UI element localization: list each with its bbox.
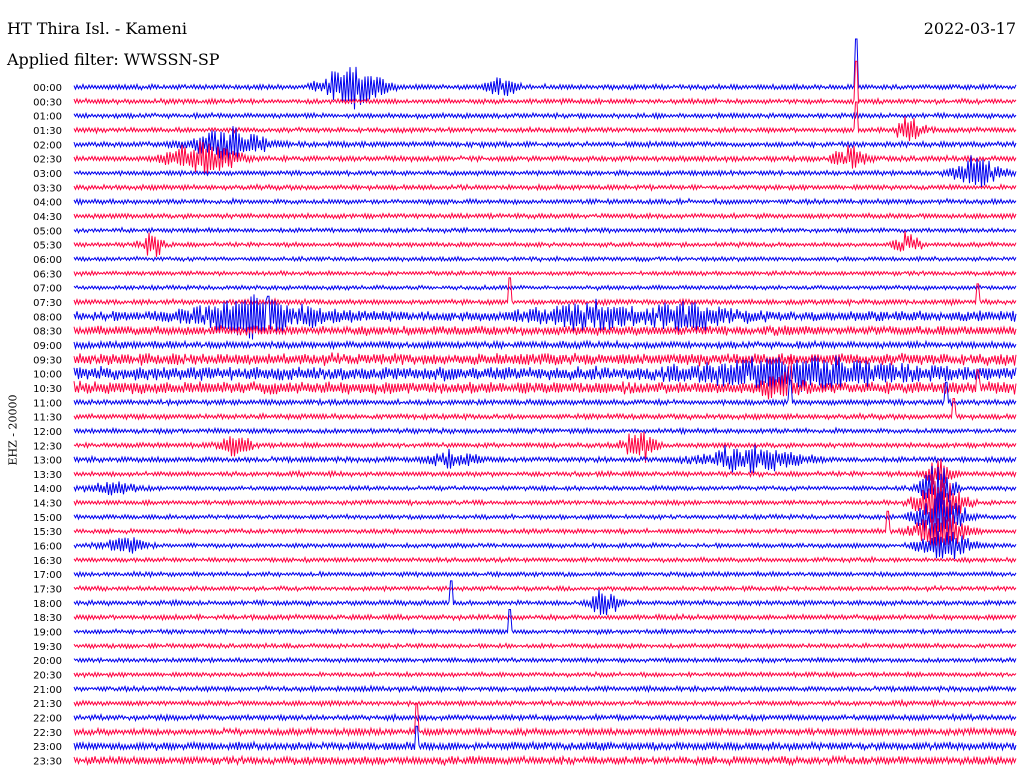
trace-0630 <box>73 269 1017 278</box>
row-label-2100: 21:00 <box>33 685 62 696</box>
trace-1830 <box>73 612 1017 622</box>
trace-0830 <box>73 324 1017 337</box>
row-label-1130: 11:30 <box>33 413 62 424</box>
trace-1630 <box>73 555 1017 564</box>
trace-2330 <box>73 754 1017 767</box>
trace-2100 <box>73 684 1017 694</box>
trace-0700 <box>73 283 1017 292</box>
trace-0230 <box>73 140 1017 175</box>
row-label-0700: 07:00 <box>33 284 62 295</box>
seismogram-plot: 00:00 00:30 01:00 01:30 02:00 02:30 03:00 03:30… <box>33 38 1017 768</box>
trace-1300 <box>73 444 1017 473</box>
row-label-2000: 20:00 <box>33 656 62 667</box>
row-label-0300: 03:00 <box>33 169 62 180</box>
trace-2000 <box>73 656 1017 665</box>
trace-2230 <box>73 703 1017 738</box>
row-label-1930: 19:30 <box>33 642 62 653</box>
row-label-1330: 13:30 <box>33 470 62 481</box>
row-label-2030: 20:30 <box>33 671 62 682</box>
trace-0600 <box>73 255 1017 263</box>
trace-0530 <box>73 230 1017 257</box>
row-label-1830: 18:30 <box>33 613 62 624</box>
trace-0330 <box>73 182 1017 192</box>
row-label-0600: 06:00 <box>33 255 62 266</box>
row-label-0230: 02:30 <box>33 155 62 166</box>
row-label-1400: 14:00 <box>33 484 62 495</box>
trace-1100 <box>73 379 1017 408</box>
trace-2030 <box>73 670 1017 679</box>
row-label-1530: 15:30 <box>33 527 62 538</box>
row-label-0830: 08:30 <box>33 327 62 338</box>
trace-0930 <box>73 352 1017 367</box>
row-label-0630: 06:30 <box>33 269 62 280</box>
row-label-1430: 14:30 <box>33 499 62 510</box>
trace-1700 <box>73 570 1017 579</box>
row-label-0900: 09:00 <box>33 341 62 352</box>
row-label-2300: 23:00 <box>33 742 62 753</box>
row-label-group: 00:00 00:30 01:00 01:30 02:00 02:30 03:00 03:30… <box>33 83 62 768</box>
row-label-1030: 10:30 <box>33 384 62 395</box>
row-label-2330: 23:30 <box>33 757 62 768</box>
trace-1730 <box>73 584 1017 593</box>
row-label-0430: 04:30 <box>33 212 62 223</box>
trace-0400 <box>73 197 1017 206</box>
row-label-0730: 07:30 <box>33 298 62 309</box>
row-label-0330: 03:30 <box>33 183 62 194</box>
trace-1600 <box>73 531 1017 560</box>
row-label-2130: 21:30 <box>33 699 62 710</box>
row-label-0030: 00:30 <box>33 97 62 108</box>
row-label-0000: 00:00 <box>33 83 62 94</box>
trace-0900 <box>73 339 1017 351</box>
trace-2200 <box>73 712 1017 723</box>
row-label-1700: 17:00 <box>33 570 62 581</box>
trace-2130 <box>73 698 1017 708</box>
row-label-1730: 17:30 <box>33 585 62 596</box>
row-label-1800: 18:00 <box>33 599 62 610</box>
trace-1030 <box>73 357 1017 400</box>
trace-1900 <box>73 609 1017 636</box>
trace-0430 <box>73 211 1017 221</box>
trace-1200 <box>73 426 1017 436</box>
row-label-0500: 05:00 <box>33 226 62 237</box>
trace-1800 <box>73 580 1017 616</box>
row-label-0130: 01:30 <box>33 126 62 137</box>
row-label-0530: 05:30 <box>33 241 62 252</box>
row-label-1230: 12:30 <box>33 441 62 452</box>
row-label-1630: 16:30 <box>33 556 62 567</box>
trace-1500 <box>73 491 1017 543</box>
row-label-0200: 02:00 <box>33 140 62 151</box>
trace-1330 <box>73 458 1017 488</box>
row-label-1500: 15:00 <box>33 513 62 524</box>
row-label-2230: 22:30 <box>33 728 62 739</box>
row-label-0400: 04:00 <box>33 198 62 209</box>
row-label-1100: 11:00 <box>33 398 62 409</box>
row-label-1000: 10:00 <box>33 370 62 381</box>
trace-0100 <box>73 111 1017 121</box>
row-label-0930: 09:30 <box>33 355 62 366</box>
trace-1930 <box>73 641 1017 650</box>
row-label-1900: 19:00 <box>33 628 62 639</box>
trace-0500 <box>73 226 1017 235</box>
row-label-1200: 12:00 <box>33 427 62 438</box>
row-label-0100: 01:00 <box>33 112 62 123</box>
trace-group <box>73 38 1017 767</box>
row-label-1600: 16:00 <box>33 542 62 553</box>
trace-0730 <box>73 277 1017 308</box>
row-label-1300: 13:00 <box>33 456 62 467</box>
row-label-0800: 08:00 <box>33 312 62 323</box>
row-label-2200: 22:00 <box>33 714 62 725</box>
